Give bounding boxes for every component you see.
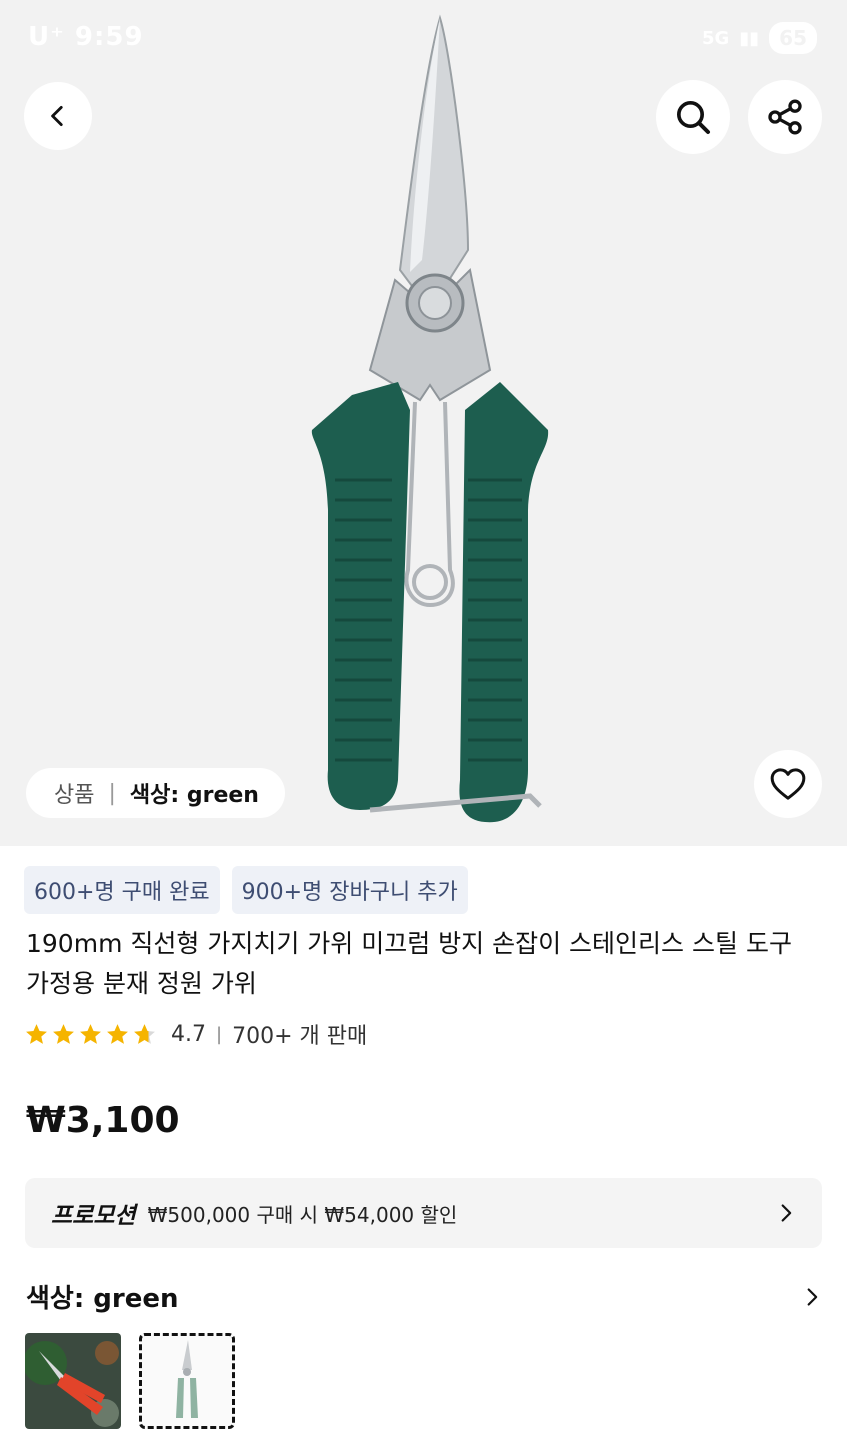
chevron-right-icon — [807, 1287, 818, 1306]
promotion-banner[interactable]: 프로모션 ₩500,000 구매 시 ₩54,000 할인 — [25, 1178, 822, 1248]
star-icon — [80, 1023, 101, 1044]
heart-icon — [770, 768, 806, 800]
variant-chip[interactable]: 상품 | 색상: green — [26, 768, 285, 818]
share-button[interactable] — [748, 80, 822, 154]
battery-indicator: 65 — [769, 22, 817, 54]
color-option-label: 색상: green — [26, 1284, 179, 1314]
variant-chip-divider: | — [108, 780, 116, 806]
red-pruner-thumbnail — [25, 1333, 121, 1429]
green-pruner-thumbnail — [176, 1340, 198, 1418]
search-button[interactable] — [656, 80, 730, 154]
status-time: U⁺ 9:59 — [28, 22, 144, 52]
promotion-text: ₩500,000 구매 시 ₩54,000 할인 — [147, 1202, 458, 1227]
purchase-count-badge: 600+명 구매 완료 — [24, 866, 220, 914]
share-icon — [768, 99, 802, 135]
network-indicator: 5G — [702, 27, 730, 49]
product-title: 190mm 직선형 가지치기 가위 미끄럼 방지 손잡이 스테인리스 스틸 도구… — [26, 929, 792, 998]
back-button[interactable] — [24, 82, 92, 150]
favorite-button[interactable] — [754, 750, 822, 818]
half-star-icon — [134, 1023, 155, 1044]
promotion-tag: 프로모션 — [51, 1203, 136, 1229]
product-image-area: U⁺ 9:59 5G ▮▮ 65 상품 | 색상: green — [0, 0, 847, 846]
color-swatches — [25, 1333, 235, 1429]
social-proof-badges: 600+명 구매 완료 900+명 장바구니 추가 — [24, 866, 468, 914]
product-photo — [311, 14, 549, 823]
rating-value: 4.7 — [171, 1021, 206, 1047]
search-icon — [677, 101, 710, 134]
star-icon — [26, 1023, 47, 1044]
star-icon — [53, 1023, 74, 1044]
signal-icon: ▮▮ — [739, 27, 760, 49]
color-option-row[interactable]: 색상: green — [26, 1278, 822, 1315]
rating-divider: | — [216, 1023, 223, 1045]
variant-chip-label: 상품 — [54, 783, 95, 808]
product-price: ₩3,100 — [26, 1100, 180, 1141]
status-bar: U⁺ 9:59 5G ▮▮ 65 — [0, 18, 847, 58]
rating-row[interactable]: 4.7 | 700+ 개 판매 — [24, 1018, 367, 1050]
color-swatch-red[interactable] — [25, 1333, 121, 1429]
rating-stars — [24, 1022, 157, 1047]
variant-chip-value: 색상: green — [129, 783, 259, 808]
sold-count: 700+ 개 판매 — [232, 1024, 368, 1049]
color-swatch-green[interactable] — [139, 1333, 235, 1429]
chevron-left-icon — [51, 105, 63, 127]
star-icon — [107, 1023, 128, 1044]
chevron-right-icon — [781, 1204, 792, 1222]
cart-count-badge: 900+명 장바구니 추가 — [231, 866, 468, 914]
